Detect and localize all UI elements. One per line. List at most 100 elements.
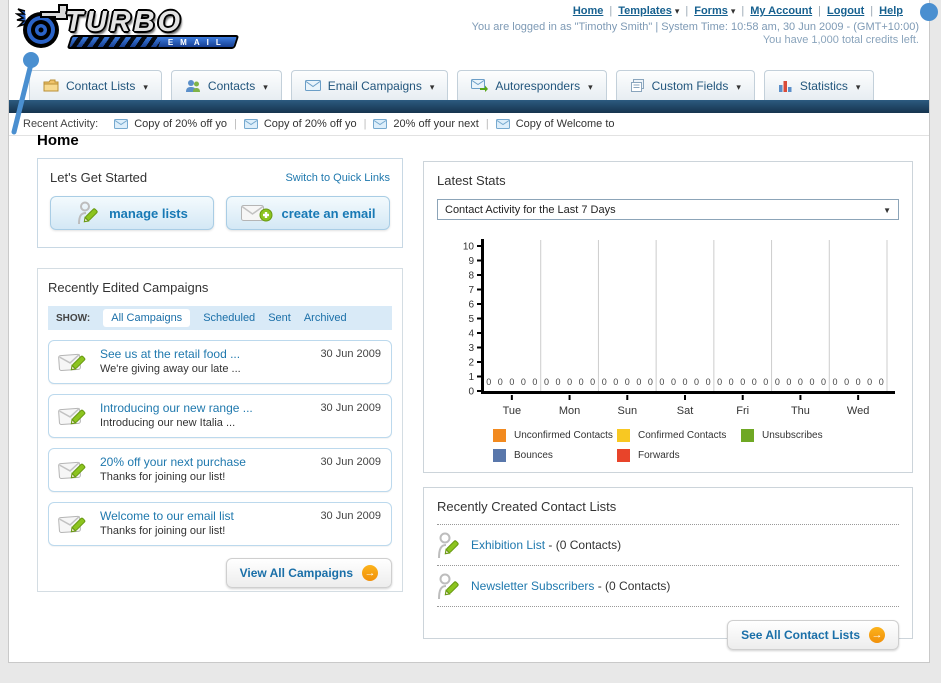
svg-text:0: 0 bbox=[567, 377, 572, 387]
logo-text: TURBO EMAIL bbox=[65, 5, 240, 49]
svg-text:5: 5 bbox=[468, 314, 474, 325]
recent-activity-item[interactable]: Copy of 20% off yo bbox=[243, 118, 357, 130]
tab-contacts[interactable]: Contacts bbox=[170, 70, 282, 100]
arrow-right-icon bbox=[362, 565, 378, 581]
svg-text:0: 0 bbox=[729, 377, 734, 387]
view-all-campaigns-button[interactable]: View All Campaigns bbox=[225, 558, 392, 588]
chevron-down-icon bbox=[883, 204, 891, 216]
legend-swatch bbox=[617, 449, 630, 462]
tab-autoresponders[interactable]: Autoresponders bbox=[457, 70, 607, 100]
filter-tab-all-campaigns[interactable]: All Campaigns bbox=[103, 309, 191, 327]
top-link-forms[interactable]: Forms bbox=[694, 5, 728, 17]
envelope-pencil-icon bbox=[58, 457, 90, 483]
credits-text: You have 1,000 total credits left. bbox=[762, 34, 919, 46]
tab-label: Contact Lists bbox=[66, 78, 136, 93]
chevron-down-icon bbox=[587, 79, 593, 93]
filter-tab-archived[interactable]: Archived bbox=[304, 312, 347, 324]
see-all-contact-lists-button[interactable]: See All Contact Lists bbox=[727, 620, 899, 650]
svg-text:0: 0 bbox=[590, 377, 595, 387]
legend-item: Forwards bbox=[617, 449, 741, 462]
get-started-title: Let's Get Started bbox=[50, 170, 148, 185]
turbo-charger-icon bbox=[14, 3, 71, 53]
campaign-row[interactable]: See us at the retail food ... We're givi… bbox=[48, 340, 392, 384]
campaign-row[interactable]: Welcome to our email list Thanks for joi… bbox=[48, 502, 392, 546]
pin-decoration bbox=[3, 48, 45, 141]
contact-list-count: - (0 Contacts) bbox=[548, 538, 622, 552]
campaign-title-link[interactable]: 20% off your next purchase bbox=[100, 455, 246, 470]
campaign-title-link[interactable]: Introducing our new range ... bbox=[100, 401, 253, 416]
activity-text: 20% off your next bbox=[393, 118, 479, 130]
divider bbox=[479, 118, 496, 130]
svg-text:0: 0 bbox=[532, 377, 537, 387]
turbo-email-logo[interactable]: TURBO EMAIL bbox=[14, 3, 240, 53]
tab-email-campaigns[interactable]: Email Campaigns bbox=[290, 70, 449, 100]
top-link-home[interactable]: Home bbox=[573, 5, 604, 17]
envelope-icon bbox=[304, 80, 321, 91]
svg-text:0: 0 bbox=[763, 377, 768, 387]
top-link-logout[interactable]: Logout bbox=[827, 5, 864, 17]
tab-statistics[interactable]: Statistics bbox=[763, 70, 875, 100]
top-nav-links: Home Templates Forms My Account Logout Help bbox=[573, 5, 903, 17]
campaigns-filter-bar: SHOW: All Campaigns Scheduled Sent Archi… bbox=[48, 306, 392, 330]
envelope-icon bbox=[373, 119, 388, 129]
filter-tab-scheduled[interactable]: Scheduled bbox=[203, 312, 255, 324]
svg-text:10: 10 bbox=[463, 242, 475, 253]
campaign-date: 30 Jun 2009 bbox=[320, 456, 381, 468]
view-all-campaigns-label: View All Campaigns bbox=[239, 566, 353, 580]
tab-custom-fields[interactable]: Custom Fields bbox=[615, 70, 755, 100]
divider bbox=[357, 118, 374, 130]
contact-list-link[interactable]: Exhibition List bbox=[471, 538, 545, 552]
envelope-icon bbox=[114, 119, 129, 129]
campaign-row[interactable]: Introducing our new range ... Introducin… bbox=[48, 394, 392, 438]
help-bubble-icon[interactable] bbox=[920, 3, 938, 21]
svg-text:0: 0 bbox=[509, 377, 514, 387]
chevron-down-icon bbox=[735, 79, 741, 93]
contact-list-link[interactable]: Newsletter Subscribers bbox=[471, 579, 594, 593]
svg-text:8: 8 bbox=[468, 271, 474, 282]
svg-text:0: 0 bbox=[717, 377, 722, 387]
recent-activity-item[interactable]: Copy of Welcome to bbox=[495, 118, 615, 130]
recent-activity-item[interactable]: 20% off your next bbox=[373, 118, 479, 130]
envelope-icon bbox=[495, 119, 510, 129]
svg-text:Sun: Sun bbox=[617, 405, 637, 417]
svg-text:2: 2 bbox=[468, 358, 474, 369]
logo-subtitle: EMAIL bbox=[168, 37, 228, 46]
svg-text:0: 0 bbox=[867, 377, 872, 387]
legend-label: Unconfirmed Contacts bbox=[514, 430, 613, 441]
chart-legend: Unconfirmed Contacts Confirmed Contacts Un… bbox=[493, 429, 877, 469]
tab-label: Statistics bbox=[799, 78, 848, 93]
campaign-row[interactable]: 20% off your next purchase Thanks for jo… bbox=[48, 448, 392, 492]
campaign-subtitle: We're giving away our late ... bbox=[100, 363, 241, 375]
svg-text:0: 0 bbox=[636, 377, 641, 387]
top-link-help[interactable]: Help bbox=[879, 5, 903, 17]
contact-list-item[interactable]: Exhibition List - (0 Contacts) bbox=[437, 525, 899, 566]
svg-text:6: 6 bbox=[468, 300, 474, 311]
top-link-templates[interactable]: Templates bbox=[618, 5, 672, 17]
divider bbox=[864, 5, 879, 17]
filter-tab-sent[interactable]: Sent bbox=[268, 312, 291, 324]
recent-activity-item[interactable]: Copy of 20% off yo bbox=[114, 118, 227, 130]
manage-lists-button[interactable]: manage lists bbox=[50, 196, 214, 230]
create-email-label: create an email bbox=[281, 205, 376, 221]
top-link-my-account[interactable]: My Account bbox=[750, 5, 812, 17]
person-pencil-icon bbox=[437, 530, 461, 560]
contact-lists-title: Recently Created Contact Lists bbox=[437, 499, 617, 514]
stats-period-selected: Contact Activity for the Last 7 Days bbox=[445, 203, 616, 216]
legend-label: Bounces bbox=[514, 450, 553, 461]
switch-to-quick-links[interactable]: Switch to Quick Links bbox=[285, 172, 390, 184]
contact-list-item[interactable]: Newsletter Subscribers - (0 Contacts) bbox=[437, 566, 899, 607]
campaign-title-link[interactable]: See us at the retail food ... bbox=[100, 347, 241, 362]
svg-text:0: 0 bbox=[821, 377, 826, 387]
svg-text:9: 9 bbox=[468, 256, 474, 267]
tab-contact-lists[interactable]: Contact Lists bbox=[29, 70, 162, 100]
logo-title: TURBO bbox=[65, 5, 184, 38]
legend-label: Forwards bbox=[638, 450, 680, 461]
create-email-button[interactable]: create an email bbox=[226, 196, 390, 230]
svg-text:0: 0 bbox=[498, 377, 503, 387]
tab-label: Autoresponders bbox=[495, 78, 581, 93]
svg-text:Mon: Mon bbox=[559, 405, 580, 417]
campaign-title-link[interactable]: Welcome to our email list bbox=[100, 509, 234, 524]
folder-icon bbox=[43, 79, 59, 92]
stats-period-select[interactable]: Contact Activity for the Last 7 Days bbox=[437, 199, 899, 220]
autoresponder-icon bbox=[471, 79, 489, 92]
